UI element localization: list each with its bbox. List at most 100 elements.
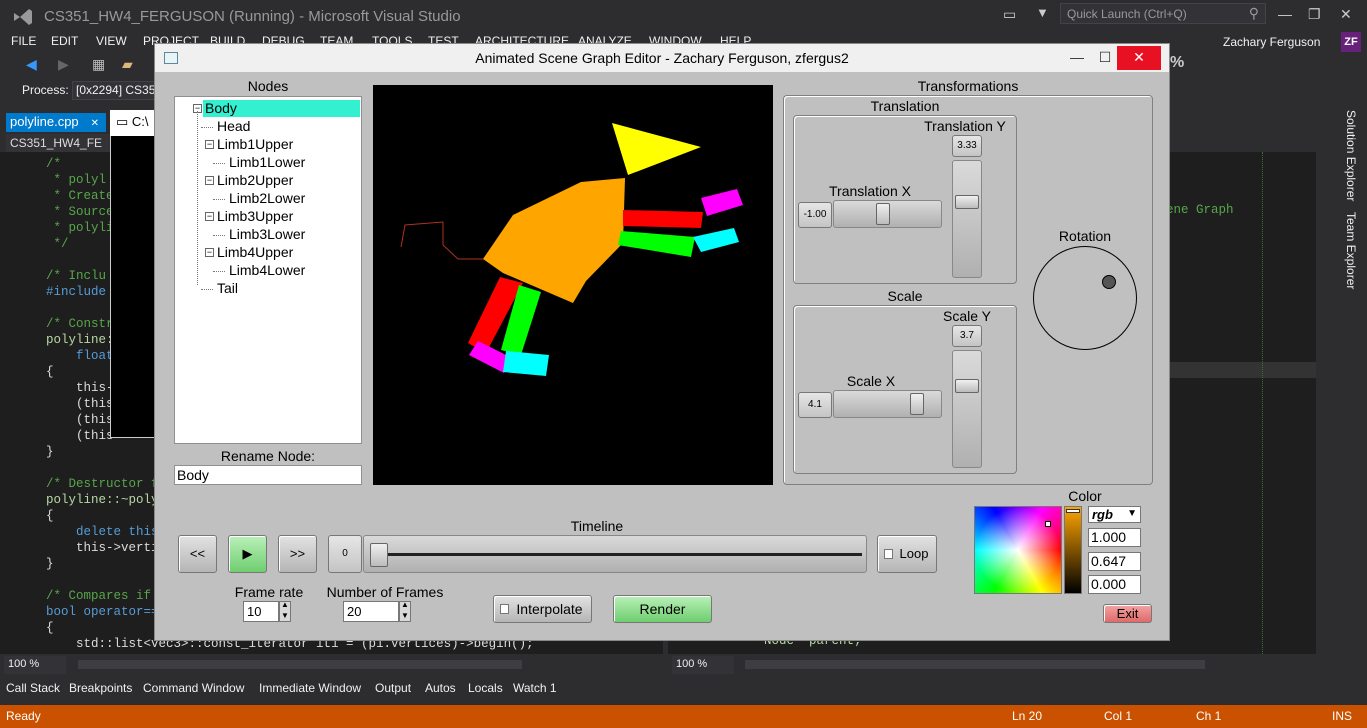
color-b-input[interactable]: 0.000 xyxy=(1088,575,1141,594)
rotation-dial-knob[interactable] xyxy=(1102,275,1116,289)
signed-in-user[interactable]: Zachary Ferguson xyxy=(1223,35,1320,49)
number-of-frames-input[interactable]: 20 xyxy=(343,601,399,622)
loop-label: Loop xyxy=(899,546,929,561)
process-dropdown[interactable]: [0x2294] CS351 xyxy=(72,81,162,100)
tree-collapse-icon[interactable]: − xyxy=(205,176,214,185)
color-mode-select[interactable]: rgb ▼ xyxy=(1088,506,1141,523)
tab-call-stack[interactable]: Call Stack xyxy=(6,681,60,695)
tree-node-limb1upper[interactable]: Limb1Upper xyxy=(217,136,293,152)
document-tab-polyline[interactable]: polyline.cpp ✕ xyxy=(6,113,106,132)
tree-collapse-icon[interactable]: − xyxy=(205,212,214,221)
tree-node-limb1lower[interactable]: Limb1Lower xyxy=(229,154,305,170)
color-r-input[interactable]: 1.000 xyxy=(1088,528,1141,547)
timeline-slider-thumb[interactable] xyxy=(370,543,388,567)
play-button[interactable]: ▶ xyxy=(228,535,267,573)
zoom-dropdown-right[interactable]: 100 % xyxy=(672,656,734,674)
tab-watch-1[interactable]: Watch 1 xyxy=(513,681,557,695)
menu-file[interactable]: FILE xyxy=(11,34,36,48)
tree-node-limb4upper[interactable]: Limb4Upper xyxy=(217,244,293,260)
new-project-icon[interactable]: ▦ xyxy=(92,56,105,73)
project-navigation-dropdown[interactable]: CS351_HW4_FE xyxy=(6,134,116,152)
back-icon[interactable]: ◀ xyxy=(26,56,37,73)
team-explorer-tab[interactable]: Team Explorer xyxy=(1344,212,1358,289)
tab-command-window[interactable]: Command Window xyxy=(143,681,244,695)
forward-icon[interactable]: ▶ xyxy=(58,56,69,73)
tab-locals[interactable]: Locals xyxy=(468,681,503,695)
tree-node-tail[interactable]: Tail xyxy=(217,280,238,296)
tab-autos[interactable]: Autos xyxy=(425,681,456,695)
translation-x-slider-thumb[interactable] xyxy=(876,203,890,225)
spin-down-icon[interactable]: ▼ xyxy=(281,611,289,620)
code-line: /* Constr xyxy=(46,317,114,331)
scene-graph-editor-window: Animated Scene Graph Editor - Zachary Fe… xyxy=(154,43,1170,641)
color-value-marker[interactable] xyxy=(1066,509,1080,513)
translation-x-slider[interactable] xyxy=(833,200,942,228)
scale-x-slider[interactable] xyxy=(833,390,942,418)
tree-connector xyxy=(213,199,225,200)
app-title: Animated Scene Graph Editor - Zachary Fe… xyxy=(475,50,849,66)
frame-rate-spinner[interactable]: ▲ ▼ xyxy=(279,600,291,622)
translation-y-slider-thumb[interactable] xyxy=(955,195,979,209)
spin-up-icon[interactable]: ▲ xyxy=(401,600,409,609)
loop-checkbox[interactable] xyxy=(884,549,893,559)
filter-icon[interactable]: ▼ xyxy=(1036,5,1049,20)
rotation-dial[interactable] xyxy=(1033,246,1137,350)
interpolate-checkbox[interactable] xyxy=(500,604,509,614)
previous-frame-button[interactable]: << xyxy=(178,535,217,573)
user-avatar[interactable]: ZF xyxy=(1341,32,1361,52)
color-wheel[interactable] xyxy=(974,506,1062,594)
tab-breakpoints[interactable]: Breakpoints xyxy=(69,681,132,695)
color-mode-value: rgb xyxy=(1092,507,1113,522)
tree-node-body[interactable]: Body xyxy=(205,100,237,116)
scale-label: Scale xyxy=(887,288,923,304)
scale-x-slider-thumb[interactable] xyxy=(910,393,924,415)
frame-rate-input[interactable]: 10 xyxy=(243,601,279,622)
code-fragment: ene Graph xyxy=(1166,203,1234,217)
tree-node-limb2lower[interactable]: Limb2Lower xyxy=(229,190,305,206)
tree-node-limb4lower[interactable]: Limb4Lower xyxy=(229,262,305,278)
open-folder-icon[interactable]: ▰ xyxy=(122,56,133,73)
horizontal-scrollbar-left[interactable] xyxy=(78,660,522,669)
translation-y-slider[interactable] xyxy=(952,160,982,278)
scale-y-slider-thumb[interactable] xyxy=(955,379,979,393)
tree-node-limb3lower[interactable]: Limb3Lower xyxy=(229,226,305,242)
minimize-icon[interactable]: — xyxy=(1278,6,1292,22)
tree-node-limb2upper[interactable]: Limb2Upper xyxy=(217,172,293,188)
spin-down-icon[interactable]: ▼ xyxy=(401,611,409,620)
menu-edit[interactable]: EDIT xyxy=(51,34,78,48)
interpolate-toggle[interactable]: Interpolate xyxy=(493,595,592,623)
restore-icon[interactable]: ❐ xyxy=(1308,6,1321,23)
scene-canvas[interactable] xyxy=(373,85,773,485)
color-value-bar[interactable] xyxy=(1064,506,1082,594)
render-button[interactable]: Render xyxy=(613,595,712,623)
color-g-input[interactable]: 0.647 xyxy=(1088,552,1141,571)
solution-explorer-tab[interactable]: Solution Explorer xyxy=(1344,110,1358,201)
tree-node-limb3upper[interactable]: Limb3Upper xyxy=(217,208,293,224)
close-icon[interactable]: ✕ xyxy=(1340,6,1352,23)
status-insert-mode: INS xyxy=(1332,709,1353,723)
timeline-slider[interactable] xyxy=(363,535,867,573)
number-of-frames-spinner[interactable]: ▲ ▼ xyxy=(399,600,411,622)
horizontal-scrollbar-right[interactable] xyxy=(745,660,1205,669)
nodes-tree[interactable]: − Body Head − Limb1Upper Limb1Lower − Limb2Uppe… xyxy=(174,96,362,444)
menu-view[interactable]: VIEW xyxy=(96,34,127,48)
tree-collapse-icon[interactable]: − xyxy=(205,248,214,257)
percent-icon[interactable]: % xyxy=(1170,54,1184,72)
zoom-dropdown-left[interactable]: 100 % xyxy=(4,656,66,674)
quick-launch-input[interactable]: Quick Launch (Ctrl+Q) ⚲ xyxy=(1060,3,1266,24)
feedback-icon[interactable]: ▭ xyxy=(1003,6,1016,23)
pin-icon[interactable]: ✕ xyxy=(91,118,99,129)
tree-node-head[interactable]: Head xyxy=(217,118,250,134)
translation-x-value: -1.00 xyxy=(798,202,832,228)
exit-button[interactable]: Exit xyxy=(1103,604,1152,623)
tab-output[interactable]: Output xyxy=(375,681,411,695)
next-frame-button[interactable]: >> xyxy=(278,535,317,573)
color-wheel-marker[interactable] xyxy=(1045,521,1051,527)
app-close-button[interactable]: ✕ xyxy=(1117,46,1161,70)
tab-immediate-window[interactable]: Immediate Window xyxy=(259,681,361,695)
loop-toggle[interactable]: Loop xyxy=(877,535,937,573)
scale-y-slider[interactable] xyxy=(952,350,982,468)
spin-up-icon[interactable]: ▲ xyxy=(281,600,289,609)
tree-collapse-icon[interactable]: − xyxy=(205,140,214,149)
rename-node-input[interactable] xyxy=(174,465,362,485)
